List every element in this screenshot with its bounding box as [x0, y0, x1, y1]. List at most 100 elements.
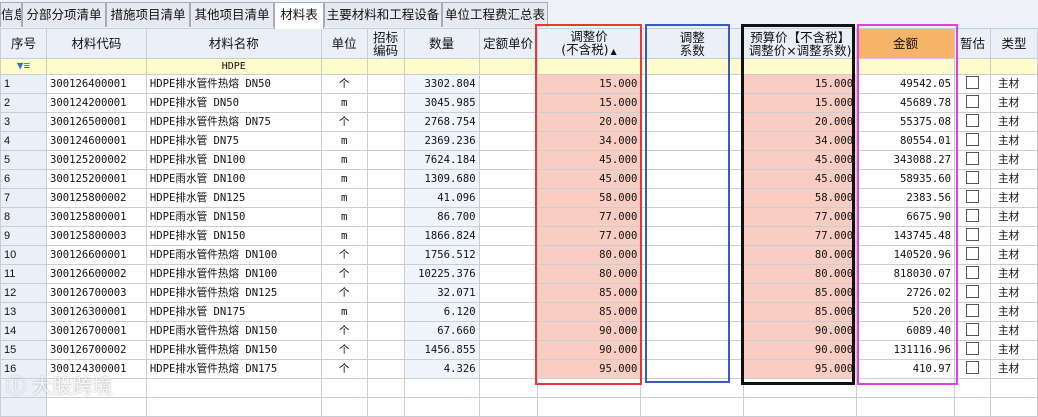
cell-provisional[interactable]	[954, 188, 991, 208]
cell-type[interactable]: 主材	[989, 207, 1038, 227]
cell-unit[interactable]: 个	[320, 245, 368, 265]
cell-seq[interactable]: 13	[0, 302, 47, 322]
cell-amount[interactable]: 410.97	[856, 359, 955, 379]
tab-bill-items[interactable]: 分部分项清单	[22, 2, 106, 27]
provisional-checkbox[interactable]	[965, 152, 979, 165]
cell-budget-price[interactable]: 77.000	[743, 226, 858, 246]
cell-qty[interactable]: 67.660	[403, 321, 480, 341]
cell-quota-price[interactable]	[478, 207, 538, 227]
cell-quota-price[interactable]	[478, 131, 538, 151]
table-row[interactable]: 6 300125200001 HDPE雨水管 DN100 m 1309.680 45.00…	[0, 169, 1038, 189]
cell-budget-price[interactable]: 85.000	[743, 302, 858, 322]
header-qty[interactable]: 数量	[403, 28, 480, 59]
cell-type[interactable]: 主材	[989, 188, 1038, 208]
filter-cell-type[interactable]	[989, 58, 1038, 75]
cell-unit[interactable]: m	[320, 150, 368, 170]
cell-quota-price[interactable]	[478, 340, 538, 360]
cell-name[interactable]: HDPE排水管件热熔 DN175	[145, 359, 322, 379]
cell-provisional[interactable]	[954, 226, 991, 246]
cell-qty[interactable]: 86.700	[403, 207, 480, 227]
header-code[interactable]: 材料代码	[45, 28, 147, 59]
cell-type[interactable]: 主材	[989, 131, 1038, 151]
cell-adjust-coef[interactable]	[640, 93, 745, 113]
cell-provisional[interactable]	[954, 112, 991, 132]
cell-provisional[interactable]	[954, 359, 991, 379]
cell-type[interactable]: 主材	[989, 264, 1038, 284]
cell-adjust-price[interactable]: 77.000	[536, 226, 642, 246]
cell-name[interactable]: HDPE雨水管 DN100	[145, 169, 322, 189]
cell-budget-price[interactable]: 58.000	[743, 188, 858, 208]
cell-adjust-price[interactable]: 80.000	[536, 245, 642, 265]
cell-budget-price[interactable]: 90.000	[743, 340, 858, 360]
cell-quota-price[interactable]	[478, 359, 538, 379]
header-amount[interactable]: 金额	[856, 28, 955, 59]
cell-bid-code[interactable]	[366, 188, 405, 208]
cell-amount[interactable]: 58935.60	[856, 169, 955, 189]
cell-provisional[interactable]	[954, 245, 991, 265]
cell-name[interactable]: HDPE排水管件热熔 DN100	[145, 264, 322, 284]
cell-adjust-price[interactable]: 45.000	[536, 169, 642, 189]
cell-provisional[interactable]	[954, 283, 991, 303]
provisional-checkbox[interactable]	[965, 247, 979, 260]
header-seq[interactable]: 序号	[0, 28, 47, 59]
cell-adjust-price[interactable]: 90.000	[536, 340, 642, 360]
cell-provisional[interactable]	[954, 264, 991, 284]
cell-unit[interactable]: m	[320, 93, 368, 113]
header-type[interactable]: 类型	[989, 28, 1038, 59]
provisional-checkbox[interactable]	[965, 228, 979, 241]
cell-amount[interactable]: 343088.27	[856, 150, 955, 170]
cell-seq[interactable]: 2	[0, 93, 47, 113]
cell-quota-price[interactable]	[478, 264, 538, 284]
cell-amount[interactable]: 143745.48	[856, 226, 955, 246]
cell-name[interactable]: HDPE排水管件热熔 DN150	[145, 340, 322, 360]
cell-name[interactable]: HDPE排水管 DN50	[145, 93, 322, 113]
cell-unit[interactable]: m	[320, 207, 368, 227]
table-row[interactable]: 3 300126500001 HDPE排水管件热熔 DN75 个 2768.754 20.…	[0, 112, 1038, 132]
cell-seq[interactable]: 4	[0, 131, 47, 151]
cell-bid-code[interactable]	[366, 93, 405, 113]
cell-unit[interactable]: 个	[320, 264, 368, 284]
cell-adjust-coef[interactable]	[640, 321, 745, 341]
cell-code[interactable]: 300126300001	[45, 302, 147, 322]
filter-cell-adjust-price[interactable]	[536, 58, 642, 75]
filter-cell-qty[interactable]	[403, 58, 480, 75]
cell-bid-code[interactable]	[366, 74, 405, 94]
cell-type[interactable]: 主材	[989, 169, 1038, 189]
header-provisional[interactable]: 暂估	[954, 28, 991, 59]
header-adjust-price[interactable]: 调整价 (不含税) ▲	[536, 28, 642, 59]
tab-measures[interactable]: 措施项目清单	[106, 2, 190, 27]
cell-name[interactable]: HDPE排水管件热熔 DN125	[145, 283, 322, 303]
cell-adjust-coef[interactable]	[640, 264, 745, 284]
cell-adjust-coef[interactable]	[640, 169, 745, 189]
filter-cell-name[interactable]: HDPE	[145, 58, 322, 75]
tab-other-items[interactable]: 其他项目清单	[190, 2, 274, 27]
cell-seq[interactable]: 5	[0, 150, 47, 170]
header-name[interactable]: 材料名称	[145, 28, 322, 59]
cell-qty[interactable]: 2369.236	[403, 131, 480, 151]
provisional-checkbox[interactable]	[965, 209, 979, 222]
cell-provisional[interactable]	[954, 74, 991, 94]
cell-budget-price[interactable]: 45.000	[743, 169, 858, 189]
filter-cell-code[interactable]	[45, 58, 147, 75]
provisional-checkbox[interactable]	[965, 342, 979, 355]
cell-provisional[interactable]	[954, 340, 991, 360]
cell-seq[interactable]: 9	[0, 226, 47, 246]
cell-amount[interactable]: 6089.40	[856, 321, 955, 341]
provisional-checkbox[interactable]	[965, 95, 979, 108]
cell-type[interactable]: 主材	[989, 74, 1038, 94]
cell-bid-code[interactable]	[366, 150, 405, 170]
cell-adjust-price[interactable]: 15.000	[536, 93, 642, 113]
cell-qty[interactable]: 1756.512	[403, 245, 480, 265]
cell-qty[interactable]: 32.071	[403, 283, 480, 303]
cell-adjust-price[interactable]: 90.000	[536, 321, 642, 341]
cell-qty[interactable]: 3045.985	[403, 93, 480, 113]
tab-materials[interactable]: 材料表	[274, 2, 324, 29]
provisional-checkbox[interactable]	[965, 76, 979, 89]
cell-code[interactable]: 300126500001	[45, 112, 147, 132]
cell-name[interactable]: HDPE排水管件热熔 DN50	[145, 74, 322, 94]
cell-type[interactable]: 主材	[989, 93, 1038, 113]
cell-code[interactable]: 300126700003	[45, 283, 147, 303]
table-row[interactable]: 7 300125800002 HDPE排水管 DN125 m 41.096 58.000 5…	[0, 188, 1038, 208]
cell-amount[interactable]: 55375.08	[856, 112, 955, 132]
cell-budget-price[interactable]: 77.000	[743, 207, 858, 227]
